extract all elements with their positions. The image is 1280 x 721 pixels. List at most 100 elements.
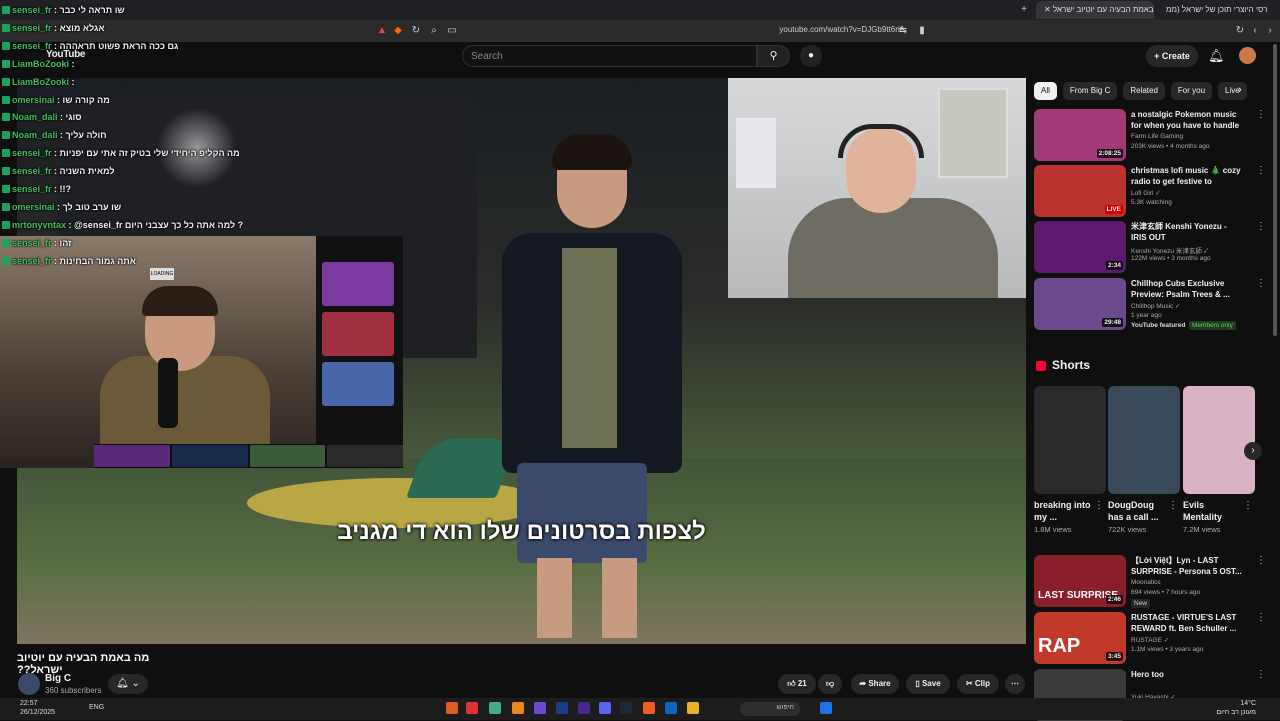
notifications-bell-icon[interactable]: 🔔︎ xyxy=(1208,48,1225,64)
chips-next-icon[interactable]: › xyxy=(1238,84,1242,96)
app-icon-2[interactable] xyxy=(466,702,478,714)
chip-from-big-c[interactable]: From Big C xyxy=(1062,82,1118,100)
app-icon-5[interactable] xyxy=(534,702,546,714)
recommended-video[interactable]: 2:08:25 a nostalgic Pokemon music for whe… xyxy=(1034,109,1266,161)
scrollbar-thumb[interactable] xyxy=(1273,44,1277,336)
translate-icon[interactable]: ⇆ xyxy=(897,25,909,37)
video-thumbnail[interactable]: LAST SURPRISE 2:46 xyxy=(1034,555,1126,607)
more-options-icon[interactable]: ⋮ xyxy=(1256,555,1266,566)
video-thumbnail[interactable]: 2:08:25 xyxy=(1034,109,1126,161)
back-icon[interactable]: ‹ xyxy=(1249,25,1261,37)
bookmark-icon[interactable]: ▮ xyxy=(916,25,928,37)
shorts-next-button[interactable]: › xyxy=(1244,442,1262,460)
search-page-icon[interactable]: ⌕ xyxy=(428,25,440,37)
save-button[interactable]: ▯ Save xyxy=(906,674,950,694)
video-title[interactable]: Hero too xyxy=(1131,669,1243,680)
steam-icon[interactable] xyxy=(620,702,632,714)
short-thumbnail[interactable] xyxy=(1183,386,1255,494)
reload-icon[interactable]: ↻ xyxy=(410,25,422,37)
short-title[interactable]: DougDoug has a call ... xyxy=(1108,499,1168,523)
chip-live[interactable]: Live xyxy=(1218,82,1247,100)
app-icon-3[interactable] xyxy=(489,702,501,714)
dislike-button[interactable]: 👎︎ xyxy=(818,674,842,694)
forward-icon[interactable]: › xyxy=(1264,25,1276,37)
chat-line: omersinai : מה קורה שו xyxy=(0,92,300,110)
short-title[interactable]: Evils Mentality xyxy=(1183,499,1243,523)
store-icon[interactable] xyxy=(665,702,677,714)
short-more-icon[interactable]: ⋮ xyxy=(1168,500,1178,511)
url-field[interactable]: youtube.com/watch?v=DJGb9tt6riA xyxy=(690,25,905,38)
channel-name[interactable]: Moonatics xyxy=(1131,579,1161,586)
chip-for-you[interactable]: For you xyxy=(1170,82,1213,100)
chip-related[interactable]: Related xyxy=(1123,82,1165,100)
more-options-icon[interactable]: ⋮ xyxy=(1256,612,1266,623)
voice-search-button[interactable]: ● xyxy=(800,45,822,67)
chat-message: : זהו xyxy=(54,237,72,248)
video-thumbnail[interactable]: LIVE xyxy=(1034,165,1126,217)
video-title[interactable]: a nostalgic Pokemon music for when you h… xyxy=(1131,109,1243,132)
windows-start-icon[interactable] xyxy=(820,702,832,714)
short-thumbnail[interactable] xyxy=(1034,386,1106,494)
search-input[interactable]: Search xyxy=(462,45,757,67)
chip-all[interactable]: All xyxy=(1034,82,1057,100)
channel-name[interactable]: Kenshi Yonezu 米津玄師 ✓ xyxy=(1131,245,1208,255)
more-actions-button[interactable]: ⋯ xyxy=(1005,674,1025,694)
more-options-icon[interactable]: ⋮ xyxy=(1256,669,1266,680)
recommended-video[interactable]: 29:48 Chillhop Cubs Exclusive Preview: Ps… xyxy=(1034,278,1266,330)
file-explorer-icon[interactable] xyxy=(687,702,699,714)
channel-name[interactable]: Lofi Girl ✓ xyxy=(1131,189,1161,197)
video-title[interactable]: RUSTAGE - VIRTUE'S LAST REWARD ft. Ben S… xyxy=(1131,612,1243,634)
more-options-icon[interactable]: ⋮ xyxy=(1256,165,1266,176)
video-thumbnail[interactable]: 29:48 xyxy=(1034,278,1126,330)
app-icon-1[interactable] xyxy=(446,702,458,714)
subscribed-bell-button[interactable]: 🔔︎ ⌄ xyxy=(108,674,148,694)
video-thumbnail[interactable]: 2:34 xyxy=(1034,221,1126,273)
create-button[interactable]: + Create xyxy=(1146,45,1198,67)
close-tab-icon[interactable]: ✕ xyxy=(1044,5,1053,14)
tab-inactive[interactable]: לייב פרסי היוצרי תוכן של ישראל (ממ xyxy=(1158,1,1268,19)
channel-name[interactable]: Big C xyxy=(45,673,71,684)
app-icon-6[interactable] xyxy=(556,702,568,714)
clip-button[interactable]: ✂ Clip xyxy=(957,674,999,694)
more-options-icon[interactable]: ⋮ xyxy=(1256,221,1266,232)
mod-badge-icon xyxy=(2,6,10,14)
app-icon-7[interactable] xyxy=(578,702,590,714)
brave-shield-icon[interactable]: ◆ xyxy=(392,25,404,37)
channel-avatar[interactable] xyxy=(18,673,40,695)
recommended-video[interactable]: LIVE christmas lofi music 🎄 cozy radio to… xyxy=(1034,165,1266,217)
brave-icon[interactable] xyxy=(643,702,655,714)
more-options-icon[interactable]: ⋮ xyxy=(1256,109,1266,120)
like-button[interactable]: 👍︎ 21 xyxy=(778,674,816,694)
video-thumbnail[interactable]: RAP 3:45 xyxy=(1034,612,1126,664)
tab-active[interactable]: ✕ מה באמת הבעיה עם יוטיוב ישראל?? xyxy=(1036,1,1154,19)
recommended-video[interactable]: LAST SURPRISE 2:46 【Lời Việt】Lyn - LAST SU… xyxy=(1034,555,1266,608)
video-title[interactable]: 米津玄師 Kenshi Yonezu - IRIS OUT xyxy=(1131,221,1243,243)
channel-name[interactable]: RUSTAGE ✓ xyxy=(1131,636,1169,644)
language-indicator[interactable]: ENG xyxy=(89,704,104,711)
recommended-video[interactable]: 2:34 米津玄師 Kenshi Yonezu - IRIS OUT Kenshi … xyxy=(1034,221,1266,273)
short-title[interactable]: breaking into my ... xyxy=(1034,499,1094,523)
channel-name[interactable]: Farm Life Gaming xyxy=(1131,133,1183,140)
refresh-icon[interactable]: ↻ xyxy=(1234,25,1246,37)
share-button[interactable]: ➦ Share xyxy=(851,674,899,694)
video-meta: 694 views • 7 hours ago xyxy=(1131,589,1201,596)
video-title[interactable]: christmas lofi music 🎄 cozy radio to get… xyxy=(1131,165,1243,187)
discord-icon[interactable] xyxy=(599,702,611,714)
mod-badge-icon xyxy=(2,113,10,122)
channel-name[interactable]: Chillhop Music ✓ xyxy=(1131,302,1181,310)
app-icon-4[interactable] xyxy=(512,702,524,714)
recommended-video[interactable]: RAP 3:45 RUSTAGE - VIRTUE'S LAST REWARD ft… xyxy=(1034,612,1266,664)
more-options-icon[interactable]: ⋮ xyxy=(1256,278,1266,289)
screen-icon[interactable]: ▭ xyxy=(446,25,458,37)
account-avatar[interactable] xyxy=(1239,47,1256,64)
video-title[interactable]: Chillhop Cubs Exclusive Preview: Psalm T… xyxy=(1131,278,1243,300)
warning-icon: ▲ xyxy=(377,25,387,36)
short-more-icon[interactable]: ⋮ xyxy=(1094,500,1104,511)
new-tab-icon[interactable]: + xyxy=(1018,4,1030,16)
chat-username: Noam_dali xyxy=(12,130,58,141)
taskbar-search[interactable]: חיפוש xyxy=(740,702,800,716)
video-title[interactable]: 【Lời Việt】Lyn - LAST SURPRISE - Persona … xyxy=(1131,555,1243,577)
search-button[interactable]: ⚲ xyxy=(757,45,790,67)
short-thumbnail[interactable] xyxy=(1108,386,1180,494)
short-more-icon[interactable]: ⋮ xyxy=(1243,500,1253,511)
